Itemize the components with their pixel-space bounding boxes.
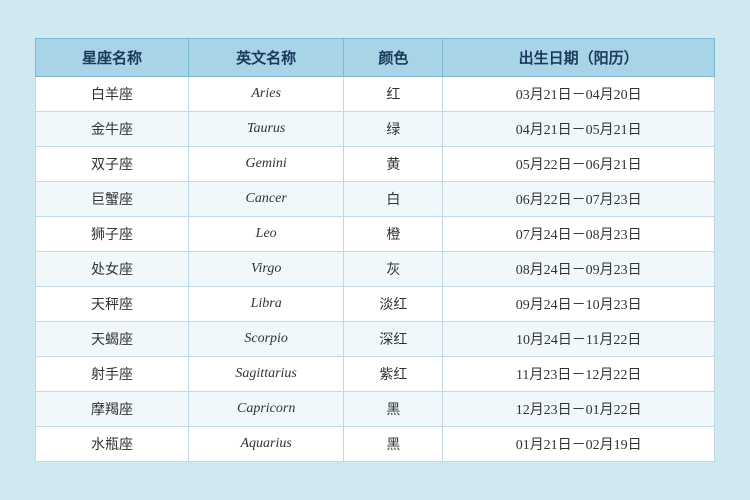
color-cell: 白	[344, 182, 443, 217]
chinese-name-cell: 狮子座	[36, 217, 189, 252]
date-cell: 08月24日－09月23日	[443, 252, 715, 287]
english-name-cell: Aquarius	[188, 427, 344, 462]
color-cell: 深红	[344, 322, 443, 357]
chinese-name-cell: 水瓶座	[36, 427, 189, 462]
chinese-name-cell: 天蝎座	[36, 322, 189, 357]
date-cell: 10月24日－11月22日	[443, 322, 715, 357]
table-row: 天秤座Libra淡红09月24日－10月23日	[36, 287, 715, 322]
color-cell: 淡红	[344, 287, 443, 322]
english-name-cell: Sagittarius	[188, 357, 344, 392]
color-cell: 黑	[344, 392, 443, 427]
color-cell: 红	[344, 77, 443, 112]
color-cell: 灰	[344, 252, 443, 287]
english-name-cell: Aries	[188, 77, 344, 112]
table-header-row: 星座名称 英文名称 颜色 出生日期（阳历）	[36, 39, 715, 77]
chinese-name-cell: 双子座	[36, 147, 189, 182]
color-cell: 绿	[344, 112, 443, 147]
table-row: 双子座Gemini黄05月22日－06月21日	[36, 147, 715, 182]
chinese-name-cell: 金牛座	[36, 112, 189, 147]
color-cell: 黑	[344, 427, 443, 462]
table-row: 狮子座Leo橙07月24日－08月23日	[36, 217, 715, 252]
date-cell: 05月22日－06月21日	[443, 147, 715, 182]
english-name-cell: Capricorn	[188, 392, 344, 427]
table-row: 巨蟹座Cancer白06月22日－07月23日	[36, 182, 715, 217]
main-container: 星座名称 英文名称 颜色 出生日期（阳历） 白羊座Aries红03月21日－04…	[35, 38, 715, 462]
chinese-name-cell: 天秤座	[36, 287, 189, 322]
color-cell: 橙	[344, 217, 443, 252]
chinese-name-cell: 摩羯座	[36, 392, 189, 427]
chinese-name-cell: 巨蟹座	[36, 182, 189, 217]
header-chinese-name: 星座名称	[36, 39, 189, 77]
header-english-name: 英文名称	[188, 39, 344, 77]
table-row: 水瓶座Aquarius黑01月21日－02月19日	[36, 427, 715, 462]
chinese-name-cell: 白羊座	[36, 77, 189, 112]
header-color: 颜色	[344, 39, 443, 77]
date-cell: 06月22日－07月23日	[443, 182, 715, 217]
english-name-cell: Leo	[188, 217, 344, 252]
table-row: 天蝎座Scorpio深红10月24日－11月22日	[36, 322, 715, 357]
zodiac-table: 星座名称 英文名称 颜色 出生日期（阳历） 白羊座Aries红03月21日－04…	[35, 38, 715, 462]
date-cell: 11月23日－12月22日	[443, 357, 715, 392]
date-cell: 03月21日－04月20日	[443, 77, 715, 112]
english-name-cell: Cancer	[188, 182, 344, 217]
header-date: 出生日期（阳历）	[443, 39, 715, 77]
date-cell: 09月24日－10月23日	[443, 287, 715, 322]
english-name-cell: Gemini	[188, 147, 344, 182]
table-row: 摩羯座Capricorn黑12月23日－01月22日	[36, 392, 715, 427]
english-name-cell: Scorpio	[188, 322, 344, 357]
chinese-name-cell: 射手座	[36, 357, 189, 392]
chinese-name-cell: 处女座	[36, 252, 189, 287]
date-cell: 07月24日－08月23日	[443, 217, 715, 252]
table-row: 金牛座Taurus绿04月21日－05月21日	[36, 112, 715, 147]
date-cell: 01月21日－02月19日	[443, 427, 715, 462]
table-row: 处女座Virgo灰08月24日－09月23日	[36, 252, 715, 287]
color-cell: 紫红	[344, 357, 443, 392]
english-name-cell: Taurus	[188, 112, 344, 147]
color-cell: 黄	[344, 147, 443, 182]
table-row: 射手座Sagittarius紫红11月23日－12月22日	[36, 357, 715, 392]
date-cell: 12月23日－01月22日	[443, 392, 715, 427]
date-cell: 04月21日－05月21日	[443, 112, 715, 147]
table-row: 白羊座Aries红03月21日－04月20日	[36, 77, 715, 112]
english-name-cell: Libra	[188, 287, 344, 322]
english-name-cell: Virgo	[188, 252, 344, 287]
